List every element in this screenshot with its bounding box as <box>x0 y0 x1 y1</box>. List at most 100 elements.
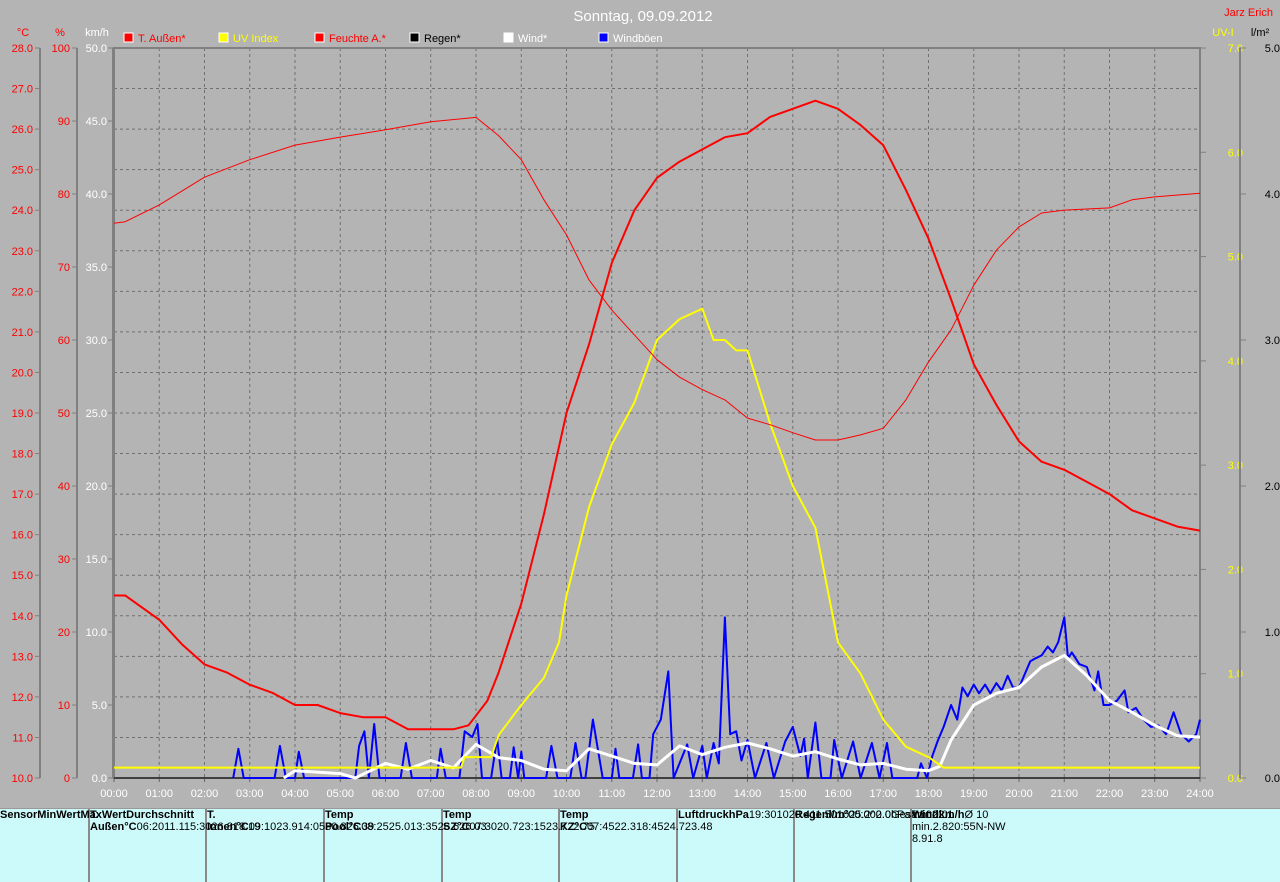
y-tick-label-humidity: 50 <box>58 408 70 420</box>
legend-label: Regen* <box>424 33 461 45</box>
column-unit: °C <box>124 821 137 833</box>
x-tick-label: 08:00 <box>462 788 490 800</box>
min-time: 07:45 <box>587 821 615 833</box>
y-tick-label-wind: 15.0 <box>86 554 107 566</box>
min-time: 06:20 <box>136 821 165 833</box>
y-tick-label-temp: 12.0 <box>12 692 33 704</box>
x-tick-label: 13:00 <box>688 788 716 800</box>
x-tick-label: 14:00 <box>734 788 762 800</box>
y-tick-label-rain: 1.0 <box>1265 627 1280 639</box>
y-tick-label-humidity: 20 <box>58 627 70 639</box>
min-value: 2.8 <box>932 821 949 833</box>
statistics-table: SensorMinWertMaxWertDurchschnitt T. Außen… <box>0 808 1280 882</box>
legend-label: T. Außen* <box>138 33 186 45</box>
table-row-labels: SensorMinWertMaxWertDurchschnitt <box>0 809 194 882</box>
legend-swatch <box>123 32 134 43</box>
y-tick-label-wind: 25.0 <box>86 408 107 420</box>
legend-label: Wind* <box>518 33 548 45</box>
x-tick-label: 09:00 <box>507 788 535 800</box>
y-tick-label-wind: 0.0 <box>92 773 107 785</box>
row-label: Sensor <box>0 809 38 821</box>
y-tick-label-wind: 5.0 <box>92 700 107 712</box>
y-tick-label-temp: 19.0 <box>12 408 33 420</box>
legend-swatch <box>503 32 514 43</box>
min-time: 07:30 <box>469 821 497 833</box>
y-tick-label-humidity: 40 <box>58 481 70 493</box>
y-tick-label-humidity: 90 <box>58 116 70 128</box>
y-tick-label-rain: 4.0 <box>1265 189 1280 201</box>
legend-label: Windböen <box>613 33 663 45</box>
axes: 00:00 01:00 02:00 03:00 04:00 05:00 06:00 07:00… <box>12 27 1280 800</box>
y-tick-label-humidity: 100 <box>52 43 70 55</box>
x-tick-label: 23:00 <box>1141 788 1169 800</box>
legend-label: UV Index <box>233 33 279 45</box>
min-value: 20.7 <box>496 821 519 833</box>
x-tick-label: 22:00 <box>1096 788 1124 800</box>
grid <box>113 47 1201 779</box>
y-tick-label-humidity: 30 <box>58 554 70 566</box>
y-tick-label-temp: 22.0 <box>12 286 33 298</box>
y-tick-label-temp: 15.0 <box>12 570 33 582</box>
x-tick-label: 02:00 <box>191 788 219 800</box>
y-tick-label-wind: 10.0 <box>86 627 107 639</box>
x-tick-label: 19:00 <box>960 788 988 800</box>
y-tick-label-rain: 3.0 <box>1265 335 1280 347</box>
column-name: Luftdruck <box>678 809 729 821</box>
table-column: Temp SZ°C07:3020.723:1523.722.75 <box>443 809 595 882</box>
legend-label: Feuchte A.* <box>329 33 387 45</box>
y-tick-label-humidity: 60 <box>58 335 70 347</box>
y-tick-label-temp: 13.0 <box>12 651 33 663</box>
column-name: Wind <box>912 809 939 821</box>
row-label: MinWert <box>37 809 81 821</box>
series-line-wind <box>232 616 1201 779</box>
y-tick-label-temp: 21.0 <box>12 327 33 339</box>
column-name: Regen <box>795 809 829 821</box>
y-tick-label-humidity: 10 <box>58 700 70 712</box>
min-time: 08:25 <box>361 821 389 833</box>
x-tick-label: 01:00 <box>145 788 173 800</box>
min-time: 09:10 <box>248 821 277 833</box>
y-tick-label-humidity: 80 <box>58 189 70 201</box>
x-tick-label: 10:00 <box>553 788 581 800</box>
min-value: 11.1 <box>164 821 184 833</box>
y-tick-label-rain: 2.0 <box>1265 481 1280 493</box>
x-tick-label: 04:00 <box>281 788 309 800</box>
y-tick-label-humidity: 0 <box>64 773 70 785</box>
column-unit: km/h <box>938 809 965 821</box>
column-unit: °C <box>236 821 249 833</box>
table-column: Regenl/m²00:000.0Gesamt:0.0 <box>795 809 948 882</box>
y-tick-label-wind: 50.0 <box>86 43 107 55</box>
legend: T. Außen* UV Index Feuchte A.* Regen* Wind* W… <box>123 32 663 45</box>
x-tick-label: 12:00 <box>643 788 671 800</box>
y-tick-label-temp: 11.0 <box>12 732 33 744</box>
column-unit: l/m² <box>828 809 849 821</box>
axis-unit-wind: km/h <box>85 27 109 39</box>
legend-swatch <box>598 32 609 43</box>
max-time: 14:05 <box>297 821 326 833</box>
weather-chart: Sonntag, 09.09.2012 Jarz Erich 00:00 01:0… <box>12 7 1280 800</box>
column-name: T. Innen <box>207 809 237 833</box>
table-column: Windkm/hØ 10 min.2.820:55N-NW 8.91.8 <box>912 809 1030 882</box>
x-tick-label: 03:00 <box>236 788 264 800</box>
y-tick-label-wind: 45.0 <box>86 116 107 128</box>
y-tick-label-humidity: 70 <box>58 262 70 274</box>
min-value: 25.0 <box>388 821 411 833</box>
y-tick-label-temp: 26.0 <box>12 124 33 136</box>
min-value: 22.3 <box>614 821 636 833</box>
y-tick-label-temp: 17.0 <box>12 489 33 501</box>
y-tick-label-temp: 18.0 <box>12 449 33 461</box>
y-tick-label-rain: 5.0 <box>1265 43 1280 55</box>
x-tick-label: 06:00 <box>372 788 400 800</box>
x-tick-label: 17:00 <box>869 788 897 800</box>
avg-value: 1.8 <box>927 833 943 845</box>
y-tick-label-temp: 10.0 <box>12 773 33 785</box>
legend-swatch <box>409 32 420 43</box>
column-unit: °C <box>574 821 588 833</box>
max-time: 13:35 <box>410 821 438 833</box>
x-tick-label: 05:00 <box>326 788 354 800</box>
min-value: 23.9 <box>276 821 298 833</box>
author-label: Jarz Erich <box>1224 7 1273 19</box>
table-column: LuftdruckhPa19:301020.411:501025.2^2.0hP… <box>678 809 953 882</box>
max-time: 23:15 <box>518 821 546 833</box>
max-time: 00:00 <box>848 809 876 821</box>
